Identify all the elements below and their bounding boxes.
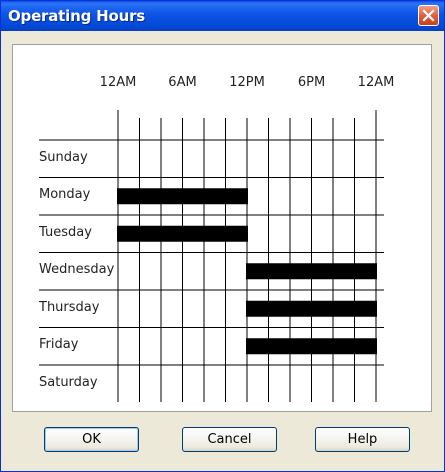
schedule-block-monday <box>117 188 248 205</box>
schedule-block-tuesday <box>117 225 248 242</box>
schedule-panel: 12AM 6AM 12PM 6PM 12AM Sunday Monday Tuesday We… <box>12 44 432 412</box>
window-title: Operating Hours <box>8 7 145 25</box>
schedule-block-friday <box>246 338 377 355</box>
cancel-button[interactable]: Cancel <box>182 427 277 452</box>
time-label: 6AM <box>168 75 197 90</box>
time-label: 12AM <box>357 75 395 90</box>
close-button[interactable] <box>418 5 439 26</box>
day-label-monday: Monday <box>39 187 91 203</box>
title-bar[interactable]: Operating Hours <box>1 1 444 31</box>
day-label-tuesday: Tuesday <box>39 224 92 240</box>
schedule-block-thursday <box>246 300 377 317</box>
time-label: 12PM <box>229 75 265 90</box>
day-label-friday: Friday <box>39 337 79 353</box>
time-label: 6PM <box>297 75 326 90</box>
schedule-block-wednesday <box>246 263 377 280</box>
operating-hours-dialog: Operating Hours 12AM 6AM 12PM 6PM 12AM Sunda… <box>0 0 445 472</box>
help-button[interactable]: Help <box>315 427 410 452</box>
day-label-wednesday: Wednesday <box>39 262 115 278</box>
ok-button[interactable]: OK <box>44 427 139 452</box>
day-label-saturday: Saturday <box>39 374 98 390</box>
close-icon <box>422 9 435 22</box>
day-label-sunday: Sunday <box>39 149 88 165</box>
time-label: 12AM <box>99 75 137 90</box>
day-label-thursday: Thursday <box>39 299 100 315</box>
